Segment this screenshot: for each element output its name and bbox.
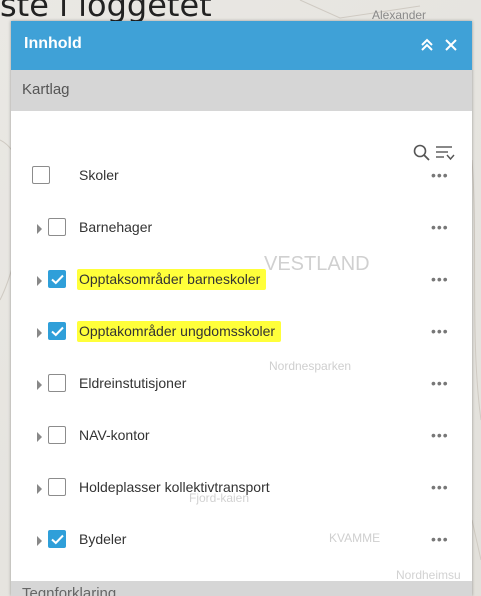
layer-checkbox[interactable] xyxy=(48,218,66,236)
layer-row-holdeplasser[interactable]: Holdeplasser kollektivtransport ••• xyxy=(11,475,472,505)
layer-label-highlighted: Opptaksområder barneskoler xyxy=(77,269,267,290)
layer-row-barnehager[interactable]: Barnehager ••• xyxy=(11,215,472,245)
layer-menu-button[interactable]: ••• xyxy=(431,531,449,547)
layer-checkbox-checked[interactable] xyxy=(48,322,66,340)
layer-row-nav-kontor[interactable]: NAV-kontor ••• xyxy=(11,423,472,453)
close-icon xyxy=(445,39,457,51)
panel-title: Innhold xyxy=(24,35,82,52)
layer-row-opptak-ungdomsskoler[interactable]: Opptakområder ungdomsskoler ••• xyxy=(11,319,472,349)
legend-section-header[interactable]: Tegnforklaring xyxy=(11,581,472,596)
expand-arrow-icon[interactable] xyxy=(37,328,42,338)
layer-menu-button[interactable]: ••• xyxy=(431,375,449,391)
close-button[interactable] xyxy=(439,33,463,57)
layer-menu-button[interactable]: ••• xyxy=(431,219,449,235)
layer-row-bydeler[interactable]: Bydeler ••• xyxy=(11,527,472,557)
double-chevron-up-icon xyxy=(421,38,433,51)
layer-menu-button[interactable]: ••• xyxy=(431,167,449,183)
layer-checkbox-checked[interactable] xyxy=(48,530,66,548)
layer-label: NAV-kontor xyxy=(79,427,150,443)
layer-menu-button[interactable]: ••• xyxy=(431,323,449,339)
expand-arrow-icon[interactable] xyxy=(37,432,42,442)
layer-label-highlighted: Opptakområder ungdomsskoler xyxy=(77,321,282,342)
layer-row-eldreinstitusjoner[interactable]: Eldreinstutisjoner ••• xyxy=(11,371,472,401)
expand-arrow-icon[interactable] xyxy=(37,276,42,286)
layer-checkbox[interactable] xyxy=(48,426,66,444)
search-icon xyxy=(413,144,430,161)
layer-label: Skoler xyxy=(79,167,119,183)
expand-arrow-icon[interactable] xyxy=(37,380,42,390)
content-panel: Innhold Kartlag VESTLAND Nordnesparken K… xyxy=(11,21,472,596)
filter-list-icon xyxy=(436,146,455,161)
expand-arrow-icon[interactable] xyxy=(37,484,42,494)
layer-checkbox[interactable] xyxy=(48,478,66,496)
map-label-nordheim: Nordheimsu xyxy=(396,568,461,582)
expand-arrow-icon[interactable] xyxy=(37,536,42,546)
layers-section-label: Kartlag xyxy=(22,81,70,98)
layer-menu-button[interactable]: ••• xyxy=(431,271,449,287)
legend-section-label: Tegnforklaring xyxy=(22,585,117,596)
layer-checkbox-checked[interactable] xyxy=(48,270,66,288)
layer-row-opptak-barneskoler[interactable]: Opptaksområder barneskoler ••• xyxy=(11,267,472,297)
layer-label: Bydeler xyxy=(79,531,127,547)
panel-header: Innhold xyxy=(11,21,472,70)
map-label-alexander: Alexander xyxy=(372,8,427,22)
layer-label: Holdeplasser kollektivtransport xyxy=(79,479,270,495)
collapse-button[interactable] xyxy=(415,33,439,57)
layer-checkbox[interactable] xyxy=(48,374,66,392)
layer-menu-button[interactable]: ••• xyxy=(431,479,449,495)
layer-label: Barnehager xyxy=(79,219,153,235)
layer-checkbox[interactable] xyxy=(32,166,50,184)
layer-menu-button[interactable]: ••• xyxy=(431,427,449,443)
checkmark-icon xyxy=(51,534,64,545)
layers-section-header: Kartlag xyxy=(11,70,472,111)
layer-label: Eldreinstutisjoner xyxy=(79,375,187,391)
layer-row-skoler[interactable]: Skoler ••• xyxy=(11,163,472,193)
checkmark-icon xyxy=(51,326,64,337)
expand-arrow-icon[interactable] xyxy=(37,224,42,234)
checkmark-icon xyxy=(51,274,64,285)
